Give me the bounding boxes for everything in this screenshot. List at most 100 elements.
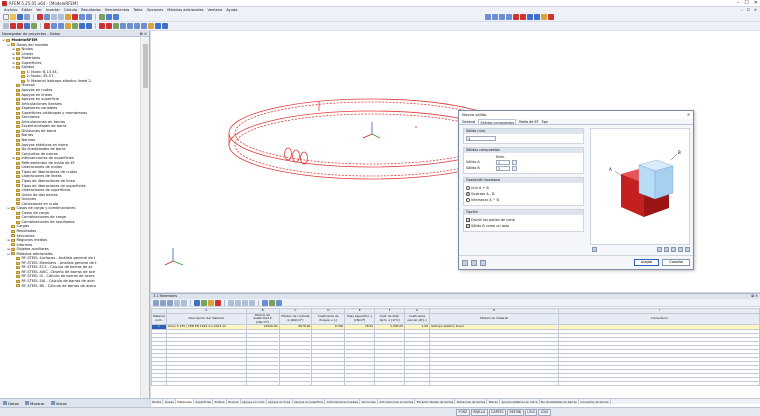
navigator-controls[interactable]: ⊠ ✕ [140, 31, 147, 36]
sheet-tab[interactable]: Huecos [227, 399, 241, 404]
sheet-tab[interactable]: Excentricidades de barras [415, 399, 456, 404]
tree-toggle-icon[interactable]: ⊟ [7, 43, 10, 48]
table-cell[interactable] [278, 380, 313, 386]
sheet-tab[interactable]: No linealidades de barras [540, 399, 580, 404]
section-icon-2[interactable] [58, 23, 64, 29]
delete-icon[interactable] [548, 14, 554, 20]
sheet-tab[interactable]: Conjuntos de barras [579, 399, 611, 404]
table-next-icon[interactable] [242, 299, 248, 306]
sheet-tab[interactable]: Articulaciones lineales [325, 399, 361, 404]
menu-archivo[interactable]: Archivo [4, 8, 17, 12]
column-header[interactable]: Peso específico γ [kN/m³] [344, 312, 376, 326]
menu-modulos[interactable]: Módulos adicionales [167, 8, 203, 12]
help-icon[interactable] [462, 259, 468, 266]
snap-icon[interactable] [86, 23, 92, 29]
table-print-icon[interactable] [153, 299, 159, 306]
tab-datos[interactable]: Datos [3, 401, 19, 406]
line-icon[interactable] [17, 23, 23, 29]
table-cell[interactable] [558, 380, 760, 386]
calculate-icon[interactable] [65, 14, 71, 20]
sheet-tab[interactable]: Sólidos [213, 399, 227, 404]
column-header[interactable]: Material núm. [151, 312, 167, 326]
display-icon[interactable] [106, 14, 112, 20]
menu-insertar[interactable]: Insertar [46, 8, 60, 12]
navigator-scrollbar[interactable] [140, 38, 149, 398]
mesh-icon[interactable] [72, 23, 78, 29]
view-icon[interactable] [79, 14, 85, 20]
tree-toggle-icon[interactable]: ⊟ [12, 65, 15, 70]
sheet-tab[interactable]: Apoyos en superficie [293, 399, 326, 404]
sheet-tab[interactable]: Divisiones de barras [455, 399, 488, 404]
tree-toggle-icon[interactable]: ⊞ [7, 238, 10, 243]
status-cartes[interactable]: CARTES [488, 409, 507, 416]
tab-general[interactable]: General [462, 119, 475, 124]
load-icon[interactable] [99, 23, 105, 29]
model-icon[interactable] [37, 14, 43, 20]
solid-b-input[interactable]: 2 [496, 165, 510, 171]
tab-vistas[interactable]: Vistas [50, 401, 67, 406]
menu-calculo[interactable]: Cálculo [64, 8, 77, 12]
select-icon[interactable] [527, 14, 533, 20]
preview-render-icon[interactable] [685, 246, 690, 252]
table-cell[interactable] [165, 380, 247, 386]
opt-solid-b-option[interactable]: ✓ Sólido B como un todo [466, 223, 581, 229]
column-header[interactable]: Módulo de elasticidad E [kN/cm²] [245, 312, 280, 326]
table-cell[interactable] [311, 380, 346, 386]
empty-table-row[interactable] [151, 380, 760, 386]
table-icon[interactable] [44, 14, 50, 20]
column-header[interactable]: Coef. de dilat. térm. α [1/°C] [374, 312, 406, 326]
mirror-icon[interactable] [134, 23, 140, 29]
column-header[interactable]: Coeficiente parcial γM [-] [404, 312, 430, 326]
sheet-tab[interactable]: Articulaciones en barras [378, 399, 416, 404]
open-folder-icon[interactable] [10, 14, 16, 20]
tab-eps[interactable]: Eps [542, 119, 548, 124]
solid-b-checkbox[interactable]: ✓ [466, 224, 470, 228]
iso-view-icon[interactable] [485, 14, 491, 20]
sheet-tab[interactable]: Barras [487, 399, 501, 404]
column-header[interactable]: Comentario [558, 312, 760, 326]
op-intersect-option[interactable]: Intersecar A ^ B [466, 197, 581, 203]
save-icon[interactable] [17, 14, 23, 20]
tree-item[interactable]: RF-STEEL BS - Cálculo de barras de acero [0, 284, 140, 289]
tree-toggle-icon[interactable]: ⊟ [7, 252, 10, 257]
solid-icon[interactable] [31, 23, 37, 29]
table-edit-icon[interactable] [208, 299, 214, 306]
tree-toggle-icon[interactable]: ⊟ [7, 206, 10, 211]
menu-ver[interactable]: Ver [36, 8, 42, 12]
sheet-tab[interactable]: Nudos [151, 399, 164, 404]
sheet-tab[interactable]: Líneas [163, 399, 176, 404]
maximize-button[interactable]: ☐ [744, 0, 748, 7]
hinge-icon[interactable] [65, 23, 71, 29]
solid-a-input[interactable]: 1 [496, 159, 510, 165]
undo-icon[interactable] [51, 14, 57, 20]
column-header[interactable]: Descripción del material [165, 312, 247, 326]
member-icon[interactable] [51, 23, 57, 29]
table-delete-icon[interactable] [215, 299, 221, 306]
measure-icon[interactable] [120, 23, 126, 29]
table-prev-icon[interactable] [235, 299, 241, 306]
menu-herramientas[interactable]: Herramientas [105, 8, 129, 12]
table-cell[interactable] [245, 380, 280, 386]
solid-number-field[interactable]: 4 [466, 136, 496, 141]
zoom-icon[interactable] [86, 14, 92, 20]
table-check-icon[interactable] [269, 299, 275, 306]
tree-toggle-icon[interactable]: ⊟ [2, 38, 5, 43]
status-forz[interactable]: FORZ [456, 409, 470, 416]
sheet-tab[interactable]: Apoyos en nudo [241, 399, 267, 404]
moment-icon[interactable] [106, 23, 112, 29]
cancel-button[interactable]: Cancelar [662, 259, 690, 266]
menu-opciones[interactable]: Opciones [147, 8, 164, 12]
node-icon[interactable] [10, 23, 16, 29]
table-select-icon[interactable] [201, 299, 207, 306]
new-file-icon[interactable] [3, 14, 9, 20]
ok-button[interactable]: Aceptar [633, 259, 660, 266]
menu-editar[interactable]: Editar [21, 8, 32, 12]
tab-solidos-compuestos[interactable]: Sólidos compuestos [478, 119, 517, 125]
table-last-icon[interactable] [249, 299, 255, 306]
rotate-icon[interactable] [513, 14, 519, 20]
x-view-icon[interactable] [492, 14, 498, 20]
table-export-icon[interactable] [160, 299, 166, 306]
units-icon[interactable] [471, 259, 477, 266]
arrow-icon[interactable] [3, 23, 9, 29]
divide-checkbox[interactable]: ✓ [466, 218, 470, 222]
